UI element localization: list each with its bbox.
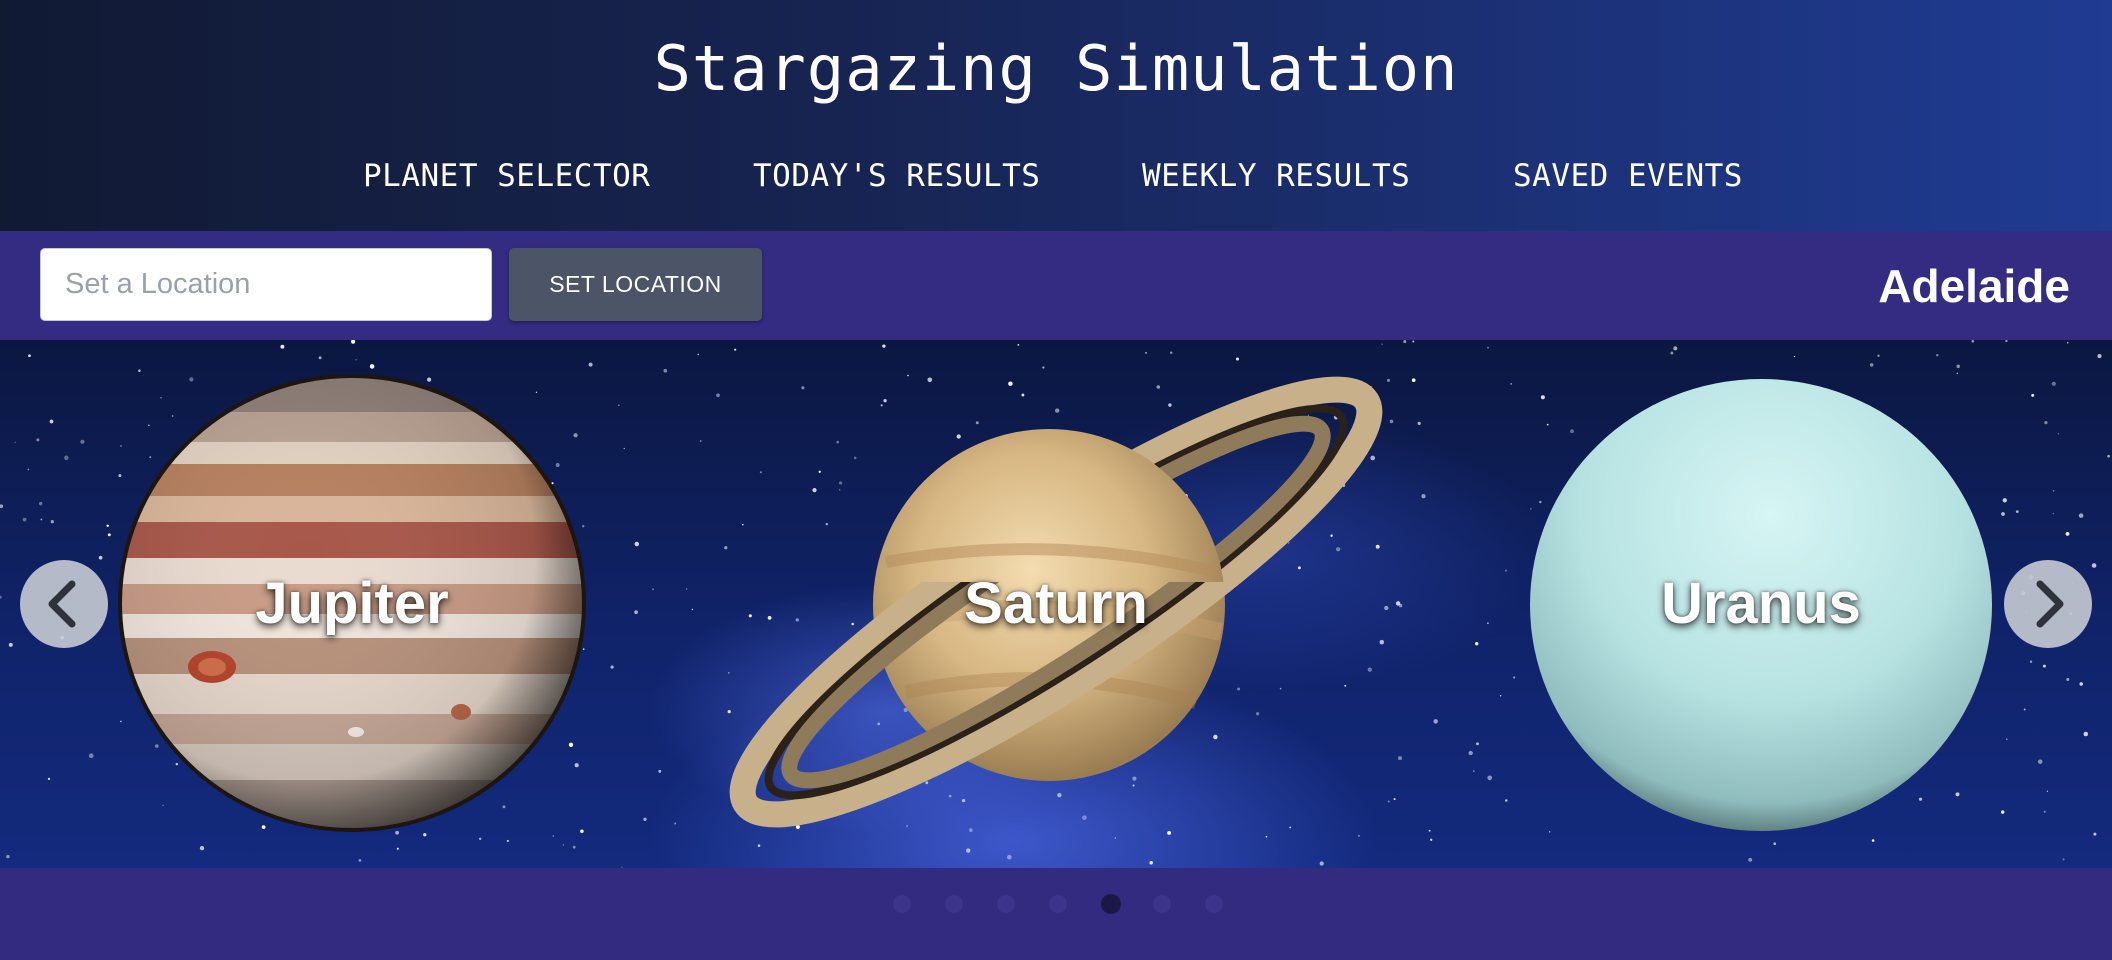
location-input[interactable] bbox=[40, 248, 492, 321]
nav-saved-events[interactable]: SAVED EVENTS bbox=[1513, 158, 1743, 194]
nav-todays-results[interactable]: TODAY'S RESULTS bbox=[753, 158, 1040, 194]
location-bar: SET LOCATION Adelaide bbox=[0, 231, 2112, 340]
site-header: Stargazing Simulation PLANET SELECTOR TO… bbox=[0, 0, 2112, 231]
carousel-indicator-dot[interactable] bbox=[945, 895, 963, 913]
carousel-indicator-dot[interactable] bbox=[1205, 895, 1223, 913]
nav-weekly-results[interactable]: WEEKLY RESULTS bbox=[1142, 158, 1410, 194]
main-nav: PLANET SELECTOR TODAY'S RESULTS WEEKLY R… bbox=[0, 158, 2112, 198]
planet-name-uranus: Uranus bbox=[1661, 571, 1861, 636]
planet-carousel: Jupiter Saturn Uranus bbox=[0, 340, 2112, 868]
site-title: Stargazing Simulation bbox=[653, 32, 1459, 105]
carousel-indicator-dot[interactable] bbox=[893, 895, 911, 913]
planet-card-jupiter[interactable]: Jupiter bbox=[116, 372, 588, 834]
planet-name-jupiter: Jupiter bbox=[255, 571, 449, 636]
planet-card-uranus[interactable]: Uranus bbox=[1526, 375, 1996, 835]
carousel-indicator-dot[interactable] bbox=[1049, 895, 1067, 913]
carousel-indicator-dot[interactable] bbox=[1153, 895, 1171, 913]
chevron-left-icon bbox=[48, 580, 76, 628]
nav-planet-selector[interactable]: PLANET SELECTOR bbox=[363, 158, 650, 194]
carousel-indicators bbox=[0, 868, 2112, 960]
current-location: Adelaide bbox=[1878, 260, 2070, 312]
planet-name-saturn: Saturn bbox=[964, 571, 1148, 636]
planet-card-saturn[interactable]: Saturn bbox=[706, 362, 1406, 842]
chevron-right-icon bbox=[2036, 580, 2064, 628]
carousel-indicator-dot[interactable] bbox=[1101, 894, 1121, 914]
set-location-button[interactable]: SET LOCATION bbox=[509, 248, 762, 321]
carousel-prev-button[interactable] bbox=[20, 560, 108, 648]
carousel-indicator-dot[interactable] bbox=[997, 895, 1015, 913]
carousel-next-button[interactable] bbox=[2004, 560, 2092, 648]
